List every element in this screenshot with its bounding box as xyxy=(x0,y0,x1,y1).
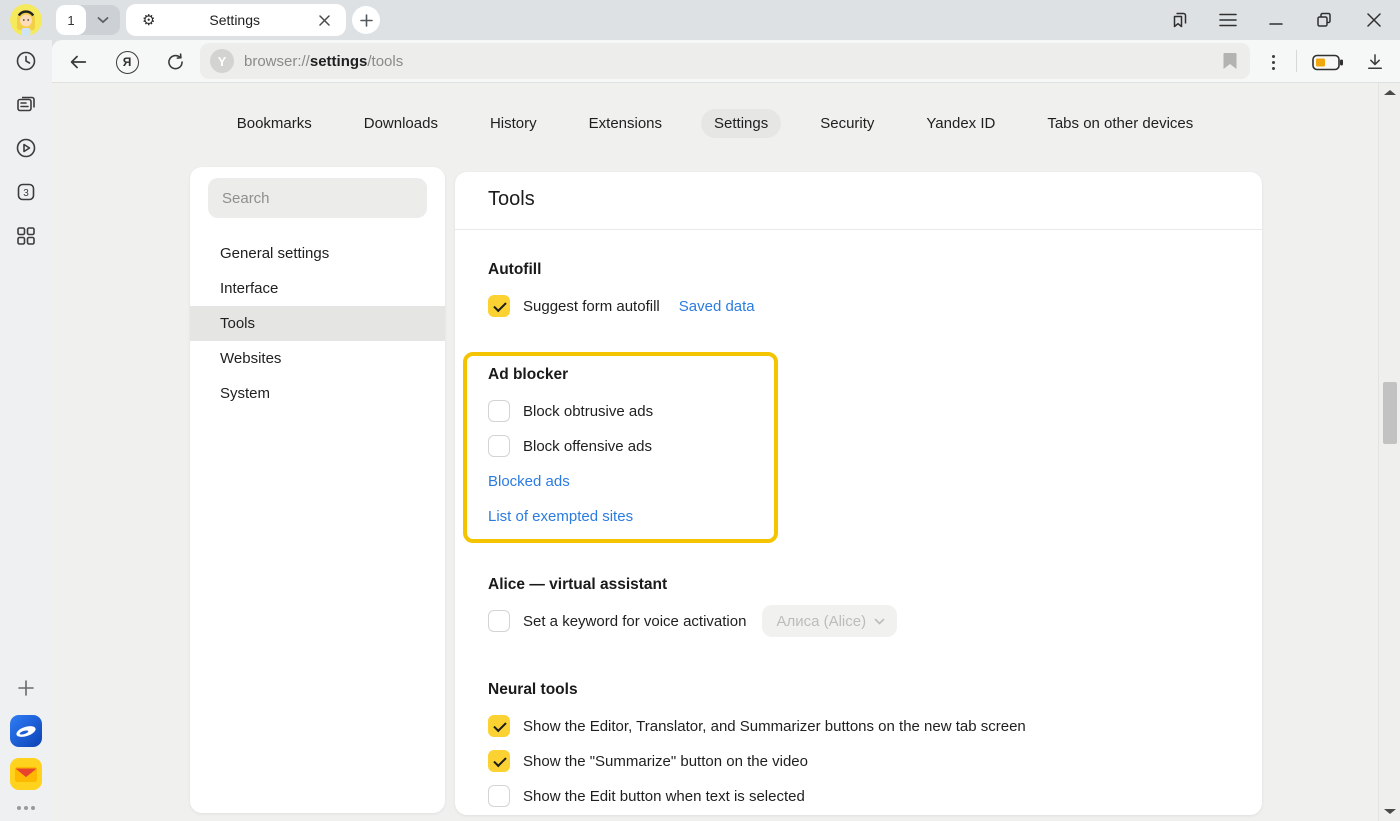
nav-tab-bookmarks[interactable]: Bookmarks xyxy=(224,109,325,138)
saved-data-link[interactable]: Saved data xyxy=(679,298,755,315)
feed-icon[interactable] xyxy=(10,88,42,120)
tab-count[interactable]: 1 xyxy=(56,5,86,35)
yandex-search-icon[interactable]: Я xyxy=(114,49,140,75)
settings-sidebar: General settings Interface Tools Website… xyxy=(190,167,445,813)
yandex-mail-app-icon[interactable] xyxy=(10,758,42,790)
yandex-disk-app-icon[interactable] xyxy=(10,715,42,747)
close-window-icon[interactable] xyxy=(1360,6,1388,34)
site-badge-icon[interactable]: Y xyxy=(210,49,234,73)
back-icon[interactable] xyxy=(65,49,91,75)
minimize-icon[interactable] xyxy=(1262,6,1290,34)
sidebar-item-tools[interactable]: Tools xyxy=(190,306,445,341)
more-panels-icon[interactable] xyxy=(10,792,42,821)
apps-grid-icon[interactable] xyxy=(10,220,42,252)
summarize-video-checkbox[interactable] xyxy=(488,750,510,772)
nav-tab-yandex-id[interactable]: Yandex ID xyxy=(913,109,1008,138)
sidebar-item-general[interactable]: General settings xyxy=(190,236,445,271)
checkbox-label: Suggest form autofill xyxy=(523,298,660,315)
checkbox-label: Block offensive ads xyxy=(523,438,652,455)
checkbox-label: Show the Edit button when text is select… xyxy=(523,788,805,805)
add-panel-icon[interactable] xyxy=(10,672,42,704)
yandex-letter: Я xyxy=(123,55,132,69)
autofill-heading: Autofill xyxy=(488,261,541,279)
checkbox-label: Show the "Summarize" button on the video xyxy=(523,753,808,770)
video-icon[interactable] xyxy=(10,132,42,164)
url-text: browser://settings/tools xyxy=(244,53,1222,70)
gear-icon: ⚙ xyxy=(142,11,155,29)
alice-avatar-icon xyxy=(10,4,42,36)
checkbox-label: Set a keyword for voice activation xyxy=(523,613,746,630)
tab-list-control[interactable]: 1 xyxy=(56,5,120,35)
settings-nav: Bookmarks Downloads History Extensions S… xyxy=(52,109,1378,138)
chevron-down-icon[interactable] xyxy=(86,16,120,24)
active-tab-settings[interactable]: ⚙ Settings xyxy=(126,4,346,36)
alice-heading: Alice — virtual assistant xyxy=(488,576,667,594)
tools-settings-panel: Tools Autofill Suggest form autofill Sav… xyxy=(455,172,1262,815)
scrollbar-thumb[interactable] xyxy=(1383,382,1397,444)
tab-bar: 1 ⚙ Settings xyxy=(0,0,1400,40)
block-offensive-row[interactable]: Block offensive ads xyxy=(488,429,652,463)
neural-row-1[interactable]: Show the Editor, Translator, and Summari… xyxy=(488,709,1026,743)
tabs-panel-icon[interactable]: 3 xyxy=(10,176,42,208)
neural-row-2[interactable]: Show the "Summarize" button on the video xyxy=(488,744,808,778)
block-obtrusive-row[interactable]: Block obtrusive ads xyxy=(488,394,653,428)
sidebar-item-interface[interactable]: Interface xyxy=(190,271,445,306)
new-tab-button[interactable] xyxy=(352,6,380,34)
downloads-icon[interactable] xyxy=(1362,49,1388,75)
block-obtrusive-checkbox[interactable] xyxy=(488,400,510,422)
battery-icon[interactable] xyxy=(1310,49,1346,75)
tab-count-badge: 3 xyxy=(23,188,29,199)
nav-tab-extensions[interactable]: Extensions xyxy=(576,109,675,138)
blocked-ads-link[interactable]: Blocked ads xyxy=(488,473,570,490)
dropdown-value: Алиса (Alice) xyxy=(776,613,866,630)
scroll-up-icon[interactable] xyxy=(1384,90,1396,95)
block-offensive-checkbox[interactable] xyxy=(488,435,510,457)
browser-side-rail: 3 xyxy=(0,40,52,821)
search-input[interactable] xyxy=(208,178,427,218)
autofill-checkbox-row[interactable]: Suggest form autofill Saved data xyxy=(488,289,755,323)
sidebar-item-websites[interactable]: Websites xyxy=(190,341,445,376)
nav-tab-security[interactable]: Security xyxy=(807,109,887,138)
nav-tab-history[interactable]: History xyxy=(477,109,550,138)
address-toolbar: Я Y browser://settings/tools xyxy=(52,40,1400,83)
sidebar-item-system[interactable]: System xyxy=(190,376,445,411)
badge-letter: Y xyxy=(218,54,227,69)
kebab-menu-icon[interactable] xyxy=(1260,49,1286,75)
history-icon[interactable] xyxy=(10,45,42,77)
nav-tab-downloads[interactable]: Downloads xyxy=(351,109,451,138)
neural-row-3[interactable]: Show the Edit button when text is select… xyxy=(488,779,805,813)
scroll-down-icon[interactable] xyxy=(1384,809,1396,814)
nav-tab-settings[interactable]: Settings xyxy=(701,109,781,138)
voice-keyword-checkbox[interactable] xyxy=(488,610,510,632)
nav-tab-other-devices[interactable]: Tabs on other devices xyxy=(1034,109,1206,138)
tab-title: Settings xyxy=(155,12,314,28)
maximize-icon[interactable] xyxy=(1310,6,1338,34)
profile-avatar[interactable] xyxy=(10,4,42,36)
settings-page: Bookmarks Downloads History Extensions S… xyxy=(52,83,1400,821)
bookmark-icon[interactable] xyxy=(1222,52,1238,70)
ad-blocker-heading: Ad blocker xyxy=(488,366,568,384)
exempted-sites-link[interactable]: List of exempted sites xyxy=(488,508,633,525)
checkbox-label: Show the Editor, Translator, and Summari… xyxy=(523,718,1026,735)
neural-tools-heading: Neural tools xyxy=(488,681,578,699)
title-divider xyxy=(455,229,1262,230)
editor-buttons-checkbox[interactable] xyxy=(488,715,510,737)
edit-button-checkbox[interactable] xyxy=(488,785,510,807)
suggest-autofill-checkbox[interactable] xyxy=(488,295,510,317)
reload-icon[interactable] xyxy=(162,49,188,75)
page-title: Tools xyxy=(488,188,535,211)
checkbox-label: Block obtrusive ads xyxy=(523,403,653,420)
page-scrollbar[interactable] xyxy=(1378,83,1400,821)
chevron-down-icon xyxy=(874,618,885,625)
keyword-dropdown[interactable]: Алиса (Alice) xyxy=(762,605,897,637)
browser-menu-icon[interactable] xyxy=(1214,6,1242,34)
side-panel-icon[interactable] xyxy=(1166,6,1194,34)
toolbar-divider xyxy=(1296,50,1297,72)
plus-icon xyxy=(360,14,373,27)
address-bar[interactable]: Y browser://settings/tools xyxy=(200,43,1250,79)
close-tab-icon[interactable] xyxy=(314,10,334,30)
alice-keyword-row[interactable]: Set a keyword for voice activation Алиса… xyxy=(488,604,897,638)
